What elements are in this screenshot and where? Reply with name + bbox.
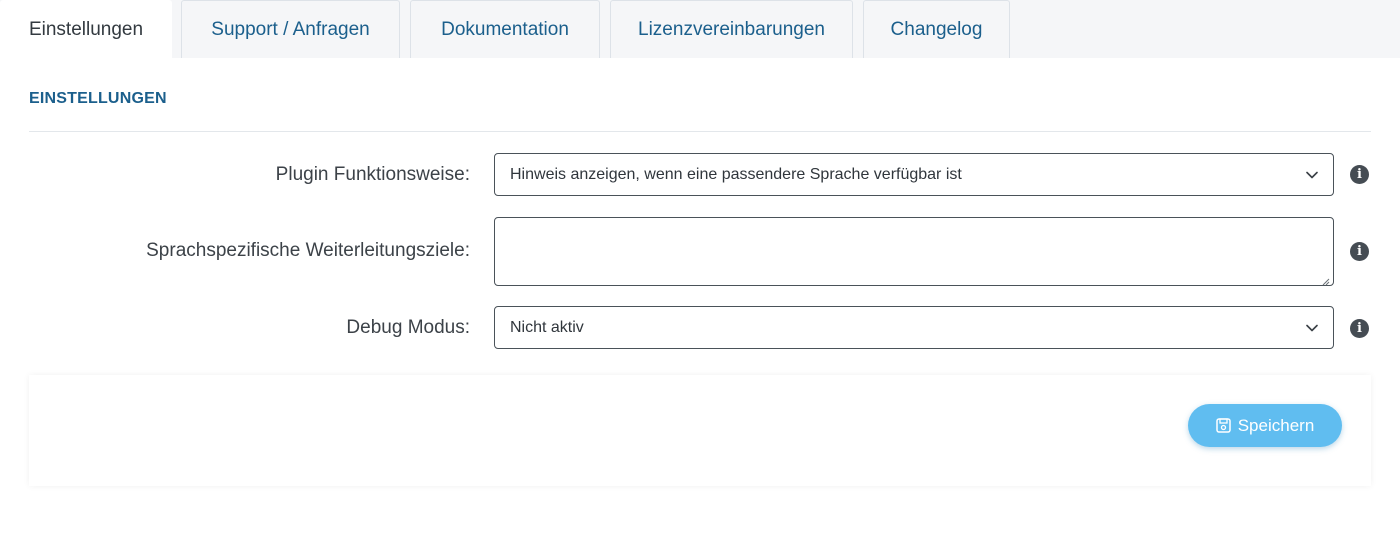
plugin-mode-value: Hinweis anzeigen, wenn eine passendere S… <box>510 165 962 183</box>
debug-mode-info-icon[interactable]: i <box>1350 319 1369 338</box>
save-button[interactable]: Speichern <box>1188 404 1342 447</box>
section-title: EINSTELLUNGEN <box>29 90 167 107</box>
tab-lizenzvereinbarungen[interactable]: Lizenzvereinbarungen <box>610 0 853 58</box>
footer-card <box>29 375 1371 486</box>
debug-mode-label: Debug Modus: <box>346 317 470 338</box>
tab-einstellungen[interactable]: Einstellungen <box>0 0 172 58</box>
tab-label: Support / Anfragen <box>211 18 370 40</box>
plugin-mode-info-icon[interactable]: i <box>1350 165 1369 184</box>
chevron-down-icon <box>1306 324 1318 332</box>
plugin-mode-label: Plugin Funktionsweise: <box>275 164 470 185</box>
tab-label: Dokumentation <box>441 18 569 40</box>
chevron-down-icon <box>1306 171 1318 179</box>
tab-support-anfragen[interactable]: Support / Anfragen <box>181 0 400 58</box>
redirect-targets-textarea[interactable] <box>494 217 1334 286</box>
tab-bar: Einstellungen Support / Anfragen Dokumen… <box>0 0 1400 58</box>
tab-label: Changelog <box>890 18 983 40</box>
debug-mode-value: Nicht aktiv <box>510 318 584 336</box>
redirect-targets-label: Sprachspezifische Weiterleitungsziele: <box>146 240 470 261</box>
tab-changelog[interactable]: Changelog <box>863 0 1010 58</box>
debug-mode-select[interactable]: Nicht aktiv <box>494 306 1334 349</box>
tab-label: Einstellungen <box>28 18 144 40</box>
section-divider <box>29 131 1371 132</box>
plugin-mode-select[interactable]: Hinweis anzeigen, wenn eine passendere S… <box>494 153 1334 196</box>
save-button-label: Speichern <box>1237 415 1315 435</box>
save-icon <box>1215 418 1231 433</box>
tab-dokumentation[interactable]: Dokumentation <box>410 0 600 58</box>
tab-label: Lizenzvereinbarungen <box>638 18 825 40</box>
redirect-targets-info-icon[interactable]: i <box>1350 242 1369 261</box>
